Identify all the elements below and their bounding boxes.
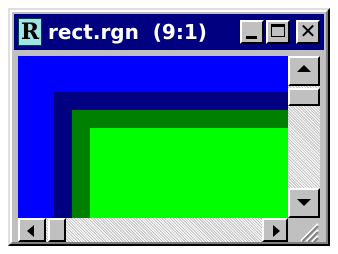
client-area [16, 54, 322, 243]
size-grip[interactable] [288, 218, 320, 243]
arrow-up-icon [297, 65, 311, 72]
close-button[interactable]: ✕ [296, 20, 320, 44]
arrow-down-icon [297, 199, 311, 206]
close-icon: ✕ [299, 19, 317, 43]
title-bar[interactable]: R rect.rgn (9:1) ✕ [14, 14, 324, 50]
app-window: R rect.rgn (9:1) ✕ [8, 8, 330, 246]
scroll-down-button[interactable] [288, 188, 320, 218]
arrow-left-icon [27, 225, 34, 237]
horizontal-scroll-thumb[interactable] [48, 218, 66, 242]
arrow-right-icon [273, 225, 280, 237]
region-bright-green [90, 128, 288, 218]
vertical-scroll-thumb[interactable] [288, 88, 320, 106]
app-icon-letter: R [20, 19, 40, 45]
scroll-left-button[interactable] [18, 218, 46, 242]
scroll-right-button[interactable] [262, 218, 288, 242]
minimize-icon [246, 36, 257, 39]
window-title: rect.rgn (9:1) [48, 20, 207, 44]
horizontal-scrollbar[interactable] [18, 218, 288, 242]
region-editor-icon[interactable]: R [18, 18, 42, 46]
vertical-scrollbar[interactable] [288, 56, 320, 218]
maximize-icon [271, 24, 285, 37]
minimize-button[interactable] [240, 20, 264, 44]
region-canvas[interactable] [18, 56, 288, 218]
scroll-up-button[interactable] [288, 56, 320, 86]
maximize-button[interactable] [266, 20, 290, 44]
